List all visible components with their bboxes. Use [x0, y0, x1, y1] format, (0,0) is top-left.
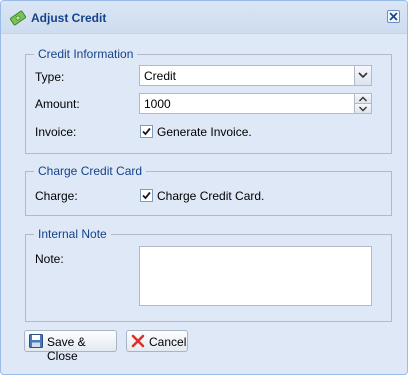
charge-credit-card-fieldset: Charge Credit Card Charge: Charge Credit…	[25, 164, 392, 216]
type-select[interactable]: Credit	[139, 65, 372, 86]
checkmark-icon	[142, 191, 151, 200]
amount-value: 1000	[144, 97, 171, 111]
chevron-down-icon[interactable]	[354, 66, 371, 85]
amount-label: Amount:	[35, 97, 80, 111]
internal-note-legend: Internal Note	[34, 227, 111, 241]
note-textarea[interactable]	[139, 246, 372, 306]
adjust-credit-dialog: Adjust Credit Credit Information Type: C…	[0, 0, 408, 375]
save-close-button[interactable]: Save & Close	[24, 330, 117, 363]
save-icon	[28, 333, 44, 349]
dialog-titlebar[interactable]: Adjust Credit	[1, 1, 407, 34]
credit-information-legend: Credit Information	[34, 47, 138, 61]
credit-information-fieldset: Credit Information Type: Credit Amount: …	[25, 47, 392, 154]
charge-credit-card-checkbox[interactable]	[140, 189, 153, 202]
money-icon	[9, 10, 27, 26]
charge-credit-card-legend: Charge Credit Card	[34, 164, 147, 178]
charge-credit-card-label[interactable]: Charge Credit Card.	[157, 189, 264, 203]
generate-invoice-checkbox[interactable]	[140, 125, 153, 138]
save-close-label: Save & Close	[47, 335, 86, 363]
charge-label: Charge:	[35, 189, 78, 203]
spinner-up-icon[interactable]	[354, 94, 371, 104]
close-icon[interactable]	[387, 10, 400, 23]
spinner-down-icon[interactable]	[354, 103, 371, 113]
internal-note-fieldset: Internal Note Note:	[25, 227, 392, 322]
dialog-title: Adjust Credit	[31, 11, 107, 25]
type-label: Type:	[35, 70, 65, 84]
invoice-label: Invoice:	[35, 125, 77, 139]
cancel-button[interactable]: Cancel	[126, 330, 188, 352]
dialog-body: Credit Information Type: Credit Amount: …	[9, 34, 399, 322]
checkmark-icon	[142, 127, 151, 136]
cancel-label: Cancel	[149, 335, 187, 349]
cancel-x-icon	[130, 333, 146, 349]
generate-invoice-label[interactable]: Generate Invoice.	[157, 125, 252, 139]
amount-field[interactable]: 1000	[139, 93, 372, 114]
note-label: Note:	[35, 252, 64, 266]
type-select-value: Credit	[144, 69, 177, 83]
